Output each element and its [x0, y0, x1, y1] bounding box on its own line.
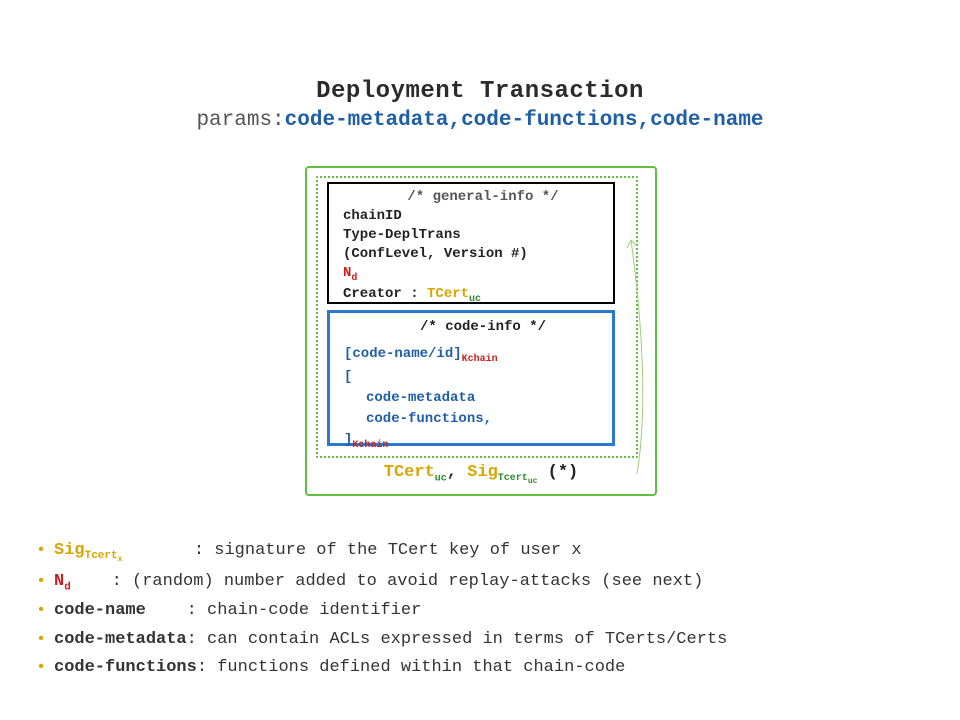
signature-line: TCertuc, SigTcertuc (*) — [307, 463, 655, 486]
legend-term: code-metadata — [54, 630, 187, 649]
sig-tcert: TCert — [384, 463, 435, 482]
legend-term: SigTcertx — [54, 541, 122, 560]
code-name-id-line: [code-name/id]Kchain — [344, 344, 602, 367]
legend-text: code-name : chain-code identifier — [54, 598, 421, 624]
creator-tcert: TCert — [427, 286, 469, 302]
legend-row: •code-name : chain-code identifier — [28, 598, 918, 624]
legend-desc: : can contain ACLs expressed in terms of… — [187, 630, 728, 649]
legend-desc: : functions defined within that chain-co… — [197, 658, 625, 677]
chain-id-line: chainID — [343, 207, 603, 226]
legend-row: •code-metadata: can contain ACLs express… — [28, 627, 918, 653]
params-label: params: — [196, 109, 284, 132]
legend-text: Nd : (random) number added to avoid repl… — [54, 569, 703, 596]
bullet-dot-icon: • — [28, 598, 54, 623]
legend-row: •Nd : (random) number added to avoid rep… — [28, 569, 918, 596]
conf-line: (ConfLevel, Version #) — [343, 245, 603, 264]
code-info-box: /* code-info */ [code-name/id]Kchain [ c… — [327, 310, 615, 446]
legend-row: •code-functions: functions defined withi… — [28, 655, 918, 681]
general-info-comment: /* general-info */ — [363, 188, 603, 207]
type-line: Type-DeplTrans — [343, 226, 603, 245]
sig-tail: (*) — [537, 463, 578, 482]
creator-tcert-sub: uc — [469, 294, 481, 305]
code-open-bracket: [ — [344, 367, 602, 388]
diagram-canvas: Deployment Transaction params:code-metad… — [0, 0, 960, 720]
legend-text: code-functions: functions defined within… — [54, 655, 625, 681]
code-functions-line: code-functions, — [344, 409, 602, 430]
params-value: code-metadata,code-functions,code-name — [285, 109, 764, 132]
code-info-comment: /* code-info */ — [364, 317, 602, 338]
legend-desc: : chain-code identifier — [187, 601, 422, 620]
creator-label: Creator : — [343, 286, 427, 302]
legend-term: code-functions — [54, 658, 197, 677]
legend-term: code-name — [54, 601, 146, 620]
nd-subscript: d — [351, 272, 357, 283]
creator-line: Creator : TCertuc — [343, 285, 603, 306]
sig-sig-sub: Tcertuc — [498, 473, 538, 484]
bullet-dot-icon: • — [28, 627, 54, 652]
page-title: Deployment Transaction — [0, 78, 960, 105]
legend-term: Nd — [54, 572, 71, 591]
code-close-bracket: ]Kchain — [344, 430, 602, 453]
legend-text: SigTcertx : signature of the TCert key o… — [54, 538, 582, 567]
transaction-dotted-box: /* general-info */ chainID Type-DeplTran… — [316, 176, 638, 458]
title-block: Deployment Transaction params:code-metad… — [0, 78, 960, 132]
nd-line: Nd — [343, 264, 603, 285]
bullet-dot-icon: • — [28, 538, 54, 563]
bullet-dot-icon: • — [28, 655, 54, 680]
sig-tcert-sub: uc — [435, 473, 447, 484]
legend-text: code-metadata: can contain ACLs expresse… — [54, 627, 727, 653]
legend-desc: : signature of the TCert key of user x — [194, 541, 582, 560]
legend-desc: : (random) number added to avoid replay-… — [112, 572, 704, 591]
subtitle: params:code-metadata,code-functions,code… — [0, 109, 960, 132]
bullet-dot-icon: • — [28, 569, 54, 594]
legend-row: •SigTcertx : signature of the TCert key … — [28, 538, 918, 567]
sig-sig: Sig — [467, 463, 498, 482]
general-info-box: /* general-info */ chainID Type-DeplTran… — [327, 182, 615, 304]
legend-block: •SigTcertx : signature of the TCert key … — [28, 538, 918, 683]
transaction-outer-box: /* general-info */ chainID Type-DeplTran… — [305, 166, 657, 496]
code-metadata-line: code-metadata — [344, 388, 602, 409]
